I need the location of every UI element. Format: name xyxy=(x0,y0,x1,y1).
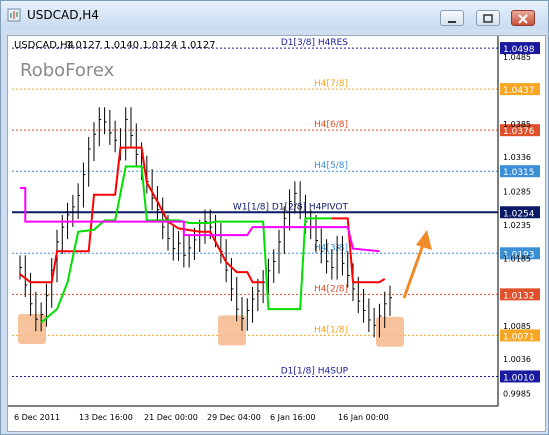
time-tick-label: 13 Dec 16:00 xyxy=(79,413,133,422)
price-tick-label: 1.0336 xyxy=(503,153,531,162)
title-bar[interactable]: USDCAD,H4 xyxy=(1,1,548,29)
price-tick-label: 1.0285 xyxy=(503,187,531,196)
murrey-level-label: W1[1/8] D1[2/8] H4PIVOT xyxy=(233,202,349,212)
up-arrow-icon xyxy=(402,241,426,299)
chart-ohlc-label: 1.0127 1.0140 1.0124 1.0127 xyxy=(66,40,216,51)
price-box-label: 1.0254 xyxy=(503,209,535,219)
maximize-icon xyxy=(483,14,493,23)
time-tick-label: 6 Dec 2011 xyxy=(14,413,60,422)
minimize-button[interactable] xyxy=(440,10,464,26)
close-icon xyxy=(518,14,528,24)
maximize-button[interactable] xyxy=(476,10,500,26)
chart-symbol-label: USDCAD,H4 xyxy=(14,40,74,51)
murrey-level-label: H4[7/8] xyxy=(314,79,348,89)
minimize-icon xyxy=(448,21,456,23)
chart-window: USDCAD,H4 D1[3/8] H4RES 1.0498 H4[7/8] 1.04… xyxy=(0,0,549,435)
close-button[interactable] xyxy=(511,10,535,26)
price-box-label: 1.0071 xyxy=(503,332,535,342)
window-title: USDCAD,H4 xyxy=(27,8,99,22)
murrey-level-label: D1[1/8] H4SUP xyxy=(281,366,349,376)
price-chart[interactable]: D1[3/8] H4RES1.0498H4[7/8]1.0437H4[6/8]1… xyxy=(8,36,545,431)
murrey-level-label: H4[2/8] xyxy=(314,284,348,294)
murrey-level-label: H4[5/8] xyxy=(314,161,348,171)
chart-window-icon xyxy=(7,8,21,22)
price-box-label: 1.0437 xyxy=(503,86,535,96)
price-tick-label: 0.9985 xyxy=(503,389,531,398)
time-tick-label: 21 Dec 00:00 xyxy=(144,413,198,422)
price-box-label: 1.0315 xyxy=(503,168,535,178)
time-tick-label: 16 Jan 00:00 xyxy=(338,413,389,422)
up-arrow-head xyxy=(416,230,432,250)
price-tick-label: 1.0036 xyxy=(503,355,531,364)
murrey-level-label: D1[3/8] H4RES xyxy=(281,38,348,48)
price-box-label: 1.0132 xyxy=(503,291,535,301)
price-tick-label: 1.0185 xyxy=(503,255,531,264)
price-tick-label: 1.0235 xyxy=(503,221,531,230)
price-tick-label: 1.0385 xyxy=(503,120,531,129)
price-box-label: 1.0010 xyxy=(503,373,535,383)
broker-watermark: RoboForex xyxy=(20,60,115,81)
highlight-box xyxy=(18,314,46,344)
indicator-line xyxy=(40,165,332,324)
murrey-level-label: H4[6/8] xyxy=(314,120,348,130)
price-tick-label: 1.0085 xyxy=(503,322,531,331)
chart-area[interactable]: D1[3/8] H4RES 1.0498 H4[7/8] 1.0437 H4[6/8] 1… xyxy=(7,35,546,432)
time-tick-label: 6 Jan 16:00 xyxy=(270,413,316,422)
highlight-box xyxy=(376,316,404,347)
murrey-level-label: H4[1/8] xyxy=(314,325,348,335)
price-tick-label: 1.0485 xyxy=(503,53,531,62)
time-tick-label: 29 Dec 04:00 xyxy=(207,413,261,422)
